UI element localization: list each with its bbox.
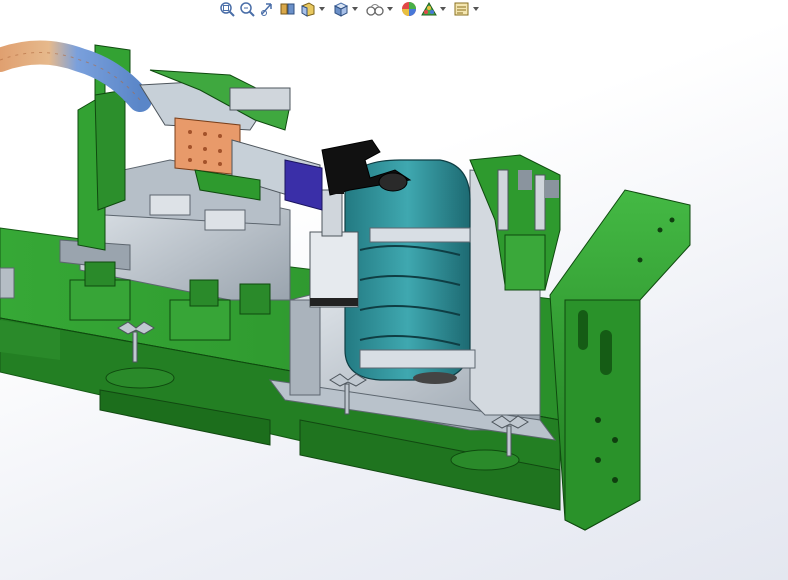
display-style-icon (366, 4, 384, 16)
view-orientation-cube-icon (333, 2, 349, 17)
zoom-to-area-icon (240, 2, 255, 17)
chevron-down-icon (319, 7, 325, 11)
apply-scene-dropdown[interactable] (439, 0, 447, 18)
view-orientation-dropdown[interactable] (351, 0, 359, 18)
display-style-button[interactable] (364, 0, 386, 18)
teal-molded-part (344, 159, 476, 384)
edit-appearance-icon (402, 2, 416, 16)
fixture-assembly-model[interactable] (0, 0, 788, 580)
heads-up-view-toolbar (218, 0, 485, 18)
end-plate (549, 189, 691, 531)
section-view-icon (280, 3, 295, 15)
chevron-down-icon (440, 7, 446, 11)
view-settings-icon (454, 2, 469, 16)
dynamic-annotation-views-dropdown[interactable] (318, 0, 326, 18)
dynamic-annotation-views-button[interactable] (298, 0, 318, 18)
zoom-to-area-button[interactable] (238, 0, 258, 18)
graphics-viewport[interactable] (0, 0, 788, 580)
previous-view-button[interactable] (258, 0, 278, 18)
view-settings-button[interactable] (452, 0, 472, 18)
zoom-to-fit-button[interactable] (218, 0, 238, 18)
section-view-button[interactable] (278, 0, 298, 18)
chevron-down-icon (352, 7, 358, 11)
view-orientation-button[interactable] (331, 0, 351, 18)
chevron-down-icon (473, 7, 479, 11)
previous-view-icon (261, 3, 272, 16)
apply-scene-button[interactable] (419, 0, 439, 18)
display-style-dropdown[interactable] (386, 0, 394, 18)
edit-appearance-button[interactable] (399, 0, 419, 18)
dynamic-annotation-views-icon (301, 2, 315, 17)
zoom-to-fit-icon (220, 2, 235, 17)
apply-scene-icon (421, 2, 437, 16)
chevron-down-icon (387, 7, 393, 11)
view-settings-dropdown[interactable] (472, 0, 480, 18)
